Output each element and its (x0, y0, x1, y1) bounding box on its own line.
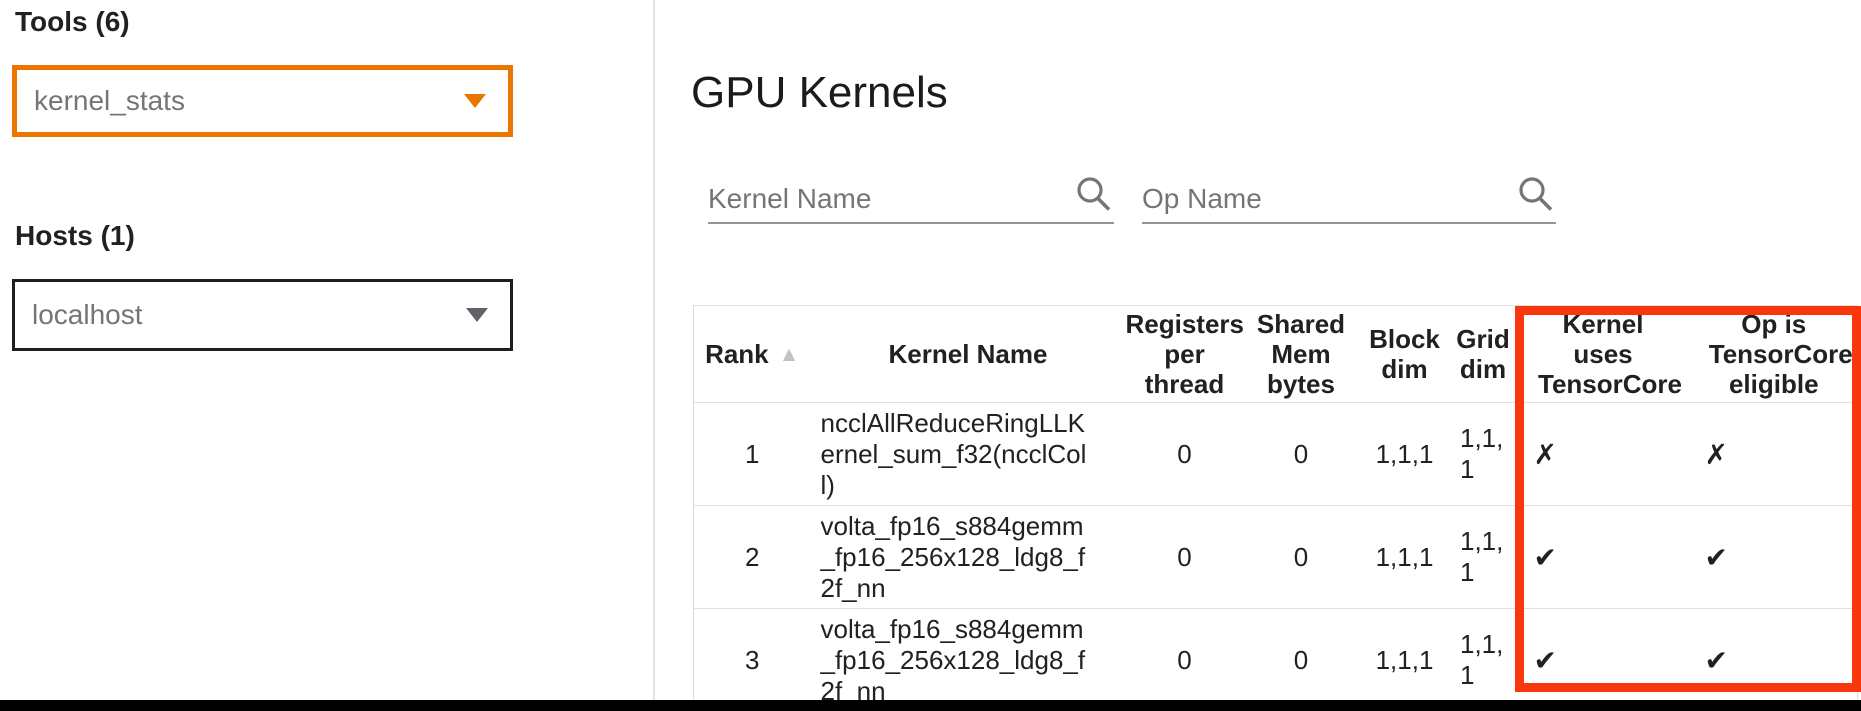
block-dim-cell: 1,1,1 (1359, 403, 1451, 506)
chevron-down-icon (466, 308, 488, 322)
table-header-row: Rank▲ Kernel Name Registers per thread S… (694, 306, 1858, 403)
kernel-name-placeholder: Kernel Name (708, 183, 871, 215)
registers-per-thread-cell: 0 (1126, 506, 1244, 609)
column-header-block-dim[interactable]: Block dim (1359, 306, 1451, 403)
tools-select[interactable]: kernel_stats (12, 65, 513, 137)
search-icon (1516, 175, 1556, 215)
column-header-op-tensorcore-eligible[interactable]: Op is TensorCore eligible (1691, 306, 1858, 403)
table-row: 3volta_fp16_s884gemm_fp16_256x128_ldg8_f… (694, 609, 1858, 711)
shared-mem-bytes-cell: 0 (1244, 506, 1359, 609)
kernel-name-cell: volta_fp16_s884gemm_fp16_256x128_ldg8_f2… (811, 609, 1126, 711)
rank-cell: 2 (694, 506, 811, 609)
column-header-shared-mem-bytes[interactable]: Shared Mem bytes (1244, 306, 1359, 403)
chevron-down-icon (464, 94, 486, 108)
gpu-kernels-table: Rank▲ Kernel Name Registers per thread S… (693, 305, 1858, 711)
kernel-uses-tensorcore-cell: ✔ (1516, 609, 1691, 711)
op-tensorcore-eligible-cell: ✗ (1691, 403, 1858, 506)
block-dim-cell: 1,1,1 (1359, 506, 1451, 609)
op-tensorcore-eligible-cell: ✔ (1691, 506, 1858, 609)
op-name-filter-input[interactable]: Op Name (1142, 168, 1556, 224)
column-header-grid-dim[interactable]: Grid dim (1451, 306, 1516, 403)
bottom-black-bar (0, 700, 1861, 711)
tools-selected-value: kernel_stats (34, 85, 185, 117)
kernel-table-body: 1ncclAllReduceRingLLKernel_sum_f32(ncclC… (694, 403, 1858, 711)
sort-ascending-icon: ▲ (779, 343, 800, 366)
kernel-name-filter-input[interactable]: Kernel Name (708, 168, 1114, 224)
shared-mem-bytes-cell: 0 (1244, 609, 1359, 711)
grid-dim-cell: 1,1,1 (1451, 403, 1516, 506)
kernel-uses-tensorcore-cell: ✔ (1516, 506, 1691, 609)
kernel-name-cell: volta_fp16_s884gemm_fp16_256x128_ldg8_f2… (811, 506, 1126, 609)
page-title: GPU Kernels (691, 68, 948, 118)
kernel-name-cell: ncclAllReduceRingLLKernel_sum_f32(ncclCo… (811, 403, 1126, 506)
tools-heading: Tools (6) (15, 6, 130, 38)
op-tensorcore-eligible-cell: ✔ (1691, 609, 1858, 711)
sidebar-divider (653, 0, 655, 700)
profiler-page: Tools (6) kernel_stats Hosts (1) localho… (0, 0, 1861, 711)
registers-per-thread-cell: 0 (1126, 609, 1244, 711)
search-icon (1074, 175, 1114, 215)
kernel-uses-tensorcore-cell: ✗ (1516, 403, 1691, 506)
hosts-select[interactable]: localhost (12, 279, 513, 351)
column-header-rank[interactable]: Rank▲ (694, 306, 811, 403)
table-row: 1ncclAllReduceRingLLKernel_sum_f32(ncclC… (694, 403, 1858, 506)
op-name-placeholder: Op Name (1142, 183, 1262, 215)
table-row: 2volta_fp16_s884gemm_fp16_256x128_ldg8_f… (694, 506, 1858, 609)
column-header-kernel-name[interactable]: Kernel Name (811, 306, 1126, 403)
rank-cell: 3 (694, 609, 811, 711)
block-dim-cell: 1,1,1 (1359, 609, 1451, 711)
registers-per-thread-cell: 0 (1126, 403, 1244, 506)
grid-dim-cell: 1,1,1 (1451, 609, 1516, 711)
hosts-selected-value: localhost (32, 299, 143, 331)
rank-cell: 1 (694, 403, 811, 506)
hosts-heading: Hosts (1) (15, 220, 135, 252)
column-header-registers-per-thread[interactable]: Registers per thread (1126, 306, 1244, 403)
shared-mem-bytes-cell: 0 (1244, 403, 1359, 506)
grid-dim-cell: 1,1,1 (1451, 506, 1516, 609)
column-header-kernel-uses-tensorcore[interactable]: Kernel uses TensorCore (1516, 306, 1691, 403)
